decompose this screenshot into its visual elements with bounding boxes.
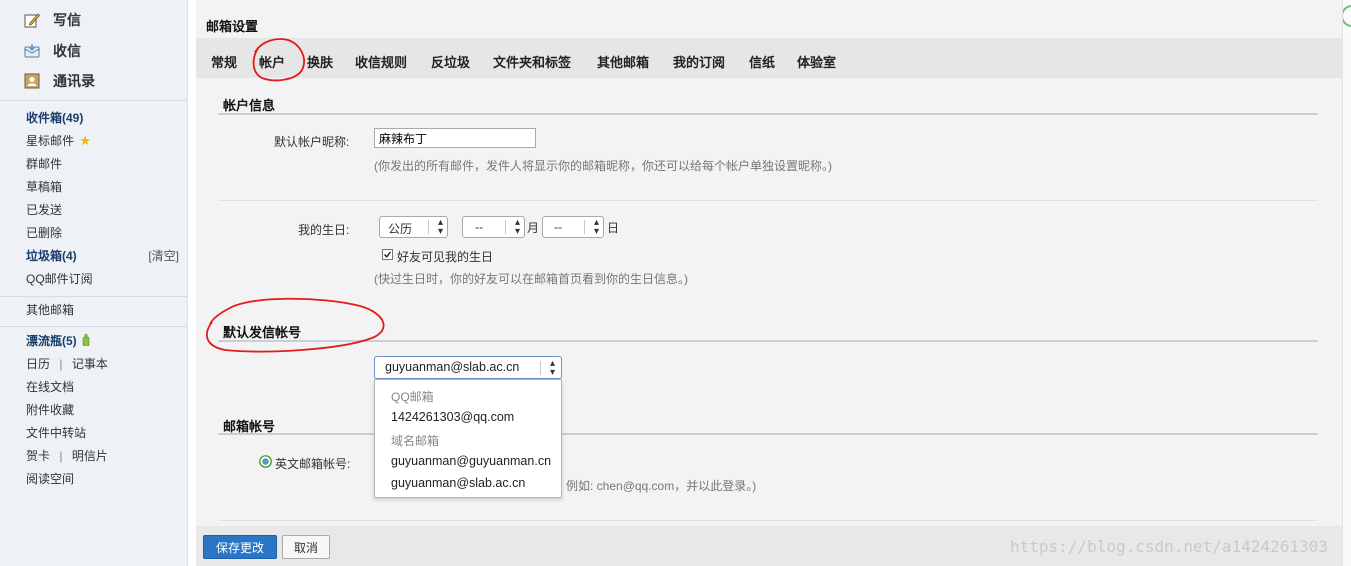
sidebar-item-inbox[interactable]: 收件箱(49) bbox=[26, 108, 83, 128]
sidebar-item-file-transfer[interactable]: 文件中转站 bbox=[26, 423, 86, 443]
birth-month-value: -- bbox=[475, 220, 483, 234]
sidebar-item-drafts[interactable]: 草稿箱 bbox=[26, 177, 62, 197]
drift-bottle-label: 漂流瓶(5) bbox=[26, 334, 77, 348]
settings-tabs: 常规 帐户 换肤 收信规则 反垃圾 文件夹和标签 其他邮箱 我的订阅 信纸 体验… bbox=[196, 38, 1342, 78]
birth-day-select[interactable]: -- ▴ ▾ bbox=[542, 216, 604, 238]
card-postcard-row: 贺卡 | 明信片 bbox=[26, 446, 108, 466]
section-divider bbox=[218, 113, 1318, 115]
dropdown-option[interactable]: guyuanman@slab.ac.cn bbox=[391, 476, 525, 490]
bottle-icon bbox=[82, 334, 90, 347]
sidebar-item-attachments[interactable]: 附件收藏 bbox=[26, 400, 74, 420]
select-separator bbox=[540, 361, 541, 375]
save-changes-button[interactable]: 保存更改 bbox=[203, 535, 277, 559]
row-divider bbox=[218, 200, 1318, 201]
default-sender-dropdown-list: QQ邮箱 1424261303@qq.com 域名邮箱 guyuanman@gu… bbox=[374, 379, 562, 498]
receive-label: 收信 bbox=[53, 43, 81, 59]
section-title-account-info: 帐户信息 bbox=[223, 98, 276, 113]
contacts-icon bbox=[24, 73, 40, 89]
settings-main: 邮箱设置 常规 帐户 换肤 收信规则 反垃圾 文件夹和标签 其他邮箱 我的订阅 … bbox=[196, 0, 1342, 566]
month-unit: 月 bbox=[527, 221, 540, 235]
default-sender-select[interactable]: guyuanman@slab.ac.cn ▴ ▾ bbox=[374, 356, 562, 379]
tab-general[interactable]: 常规 bbox=[211, 52, 237, 71]
calendar-notebook-row: 日历 | 记事本 bbox=[26, 354, 108, 374]
sidebar-item-greeting-card[interactable]: 贺卡 bbox=[26, 449, 50, 463]
scrollbar[interactable] bbox=[1342, 0, 1351, 566]
nickname-input[interactable] bbox=[374, 128, 536, 148]
nickname-hint: (你发出的所有邮件，发件人将显示你的邮箱昵称，你还可以给每个帐户单独设置昵称。) bbox=[374, 159, 832, 173]
sidebar-divider bbox=[0, 100, 187, 101]
browser-circle-icon bbox=[1343, 5, 1351, 27]
select-separator bbox=[584, 220, 585, 234]
separator: | bbox=[59, 357, 63, 371]
section-title-default-sender: 默认发信帐号 bbox=[223, 325, 302, 340]
star-icon: ★ bbox=[79, 133, 92, 148]
birthday-label: 我的生日: bbox=[298, 223, 350, 237]
check-icon bbox=[383, 251, 392, 258]
nickname-label: 默认帐户昵称: bbox=[274, 135, 350, 149]
section-divider bbox=[218, 340, 1318, 342]
sidebar-item-group-mail[interactable]: 群邮件 bbox=[26, 154, 62, 174]
birth-day-value: -- bbox=[554, 220, 562, 234]
tab-folders-tags[interactable]: 文件夹和标签 bbox=[493, 52, 571, 71]
tab-mail-rules[interactable]: 收信规则 bbox=[355, 52, 407, 71]
sidebar-item-qq-subscription[interactable]: QQ邮件订阅 bbox=[26, 269, 93, 289]
tab-subscriptions[interactable]: 我的订阅 bbox=[673, 52, 725, 71]
sidebar-divider bbox=[0, 296, 187, 297]
sidebar-item-deleted[interactable]: 已删除 bbox=[26, 223, 62, 243]
radio-icon[interactable] bbox=[259, 455, 272, 468]
sidebar-item-sent[interactable]: 已发送 bbox=[26, 200, 62, 220]
clear-spam-link[interactable]: [清空] bbox=[148, 246, 179, 266]
sidebar-item-starred-label: 星标邮件 bbox=[26, 134, 75, 148]
sidebar-item-spam[interactable]: 垃圾箱(4) bbox=[26, 246, 77, 266]
sidebar-item-postcard[interactable]: 明信片 bbox=[72, 449, 108, 463]
friends-visible-label[interactable]: 好友可见我的生日 bbox=[397, 248, 493, 265]
inbox-icon bbox=[24, 44, 40, 58]
updown-arrow-icon: ▴ ▾ bbox=[437, 217, 443, 237]
select-separator bbox=[428, 220, 429, 234]
dropdown-group-label: QQ邮箱 bbox=[391, 390, 434, 404]
tab-skin[interactable]: 换肤 bbox=[307, 52, 333, 71]
compose-icon bbox=[24, 13, 40, 28]
compose-label: 写信 bbox=[53, 12, 81, 28]
english-account-hint: 例如: chen@qq.com，并以此登录。) bbox=[566, 479, 757, 493]
updown-arrow-icon: ▴ ▾ bbox=[549, 358, 555, 378]
contacts-label: 通讯录 bbox=[53, 73, 95, 89]
sidebar-divider bbox=[0, 326, 187, 327]
tab-lab[interactable]: 体验室 bbox=[797, 52, 836, 71]
account-settings-panel: 帐户信息 默认帐户昵称: (你发出的所有邮件，发件人将显示你的邮箱昵称，你还可以… bbox=[196, 78, 1342, 526]
tab-stationery[interactable]: 信纸 bbox=[749, 52, 775, 71]
day-unit: 日 bbox=[607, 221, 620, 235]
tab-anti-spam[interactable]: 反垃圾 bbox=[431, 52, 470, 71]
select-separator bbox=[505, 220, 506, 234]
dropdown-option[interactable]: guyuanman@guyuanman.cn bbox=[391, 454, 551, 468]
dropdown-group-label: 域名邮箱 bbox=[391, 434, 440, 448]
birthday-hint: (快过生日时，你的好友可以在邮箱首页看到你的生日信息。) bbox=[374, 272, 688, 286]
calendar-type-select[interactable]: 公历 ▴ ▾ bbox=[379, 216, 448, 238]
sidebar-item-other-mailbox[interactable]: 其他邮箱 bbox=[26, 300, 74, 320]
english-account-label: 英文邮箱帐号: bbox=[275, 457, 351, 471]
calendar-type-value: 公历 bbox=[388, 222, 413, 236]
sidebar-item-calendar[interactable]: 日历 bbox=[26, 357, 50, 371]
sidebar-item-drift-bottle[interactable]: 漂流瓶(5) bbox=[26, 331, 90, 351]
sidebar-item-starred[interactable]: 星标邮件 ★ bbox=[26, 131, 91, 151]
watermark: https://blog.csdn.net/a1424261303 bbox=[1010, 537, 1328, 556]
default-sender-value: guyuanman@slab.ac.cn bbox=[385, 360, 520, 374]
updown-arrow-icon: ▴ ▾ bbox=[514, 217, 520, 237]
updown-arrow-icon: ▴ ▾ bbox=[593, 217, 599, 237]
cancel-button[interactable]: 取消 bbox=[282, 535, 330, 559]
birth-month-select[interactable]: -- ▴ ▾ bbox=[462, 216, 525, 238]
separator: | bbox=[59, 449, 63, 463]
dropdown-option[interactable]: 1424261303@qq.com bbox=[391, 410, 514, 424]
sidebar-item-reading-space[interactable]: 阅读空间 bbox=[26, 469, 74, 489]
sidebar-item-notebook[interactable]: 记事本 bbox=[72, 357, 108, 371]
sidebar: 写信 收信 通讯录 收件箱(49) 星标邮件 ★ 群邮件 草稿箱 已发送 已删除… bbox=[0, 0, 188, 566]
row-divider bbox=[218, 520, 1318, 521]
friends-visible-checkbox[interactable] bbox=[382, 249, 393, 260]
tab-account[interactable]: 帐户 bbox=[259, 52, 285, 71]
page-title: 邮箱设置 bbox=[206, 19, 259, 34]
sidebar-item-online-docs[interactable]: 在线文档 bbox=[26, 377, 74, 397]
tab-other-mailbox[interactable]: 其他邮箱 bbox=[597, 52, 649, 71]
